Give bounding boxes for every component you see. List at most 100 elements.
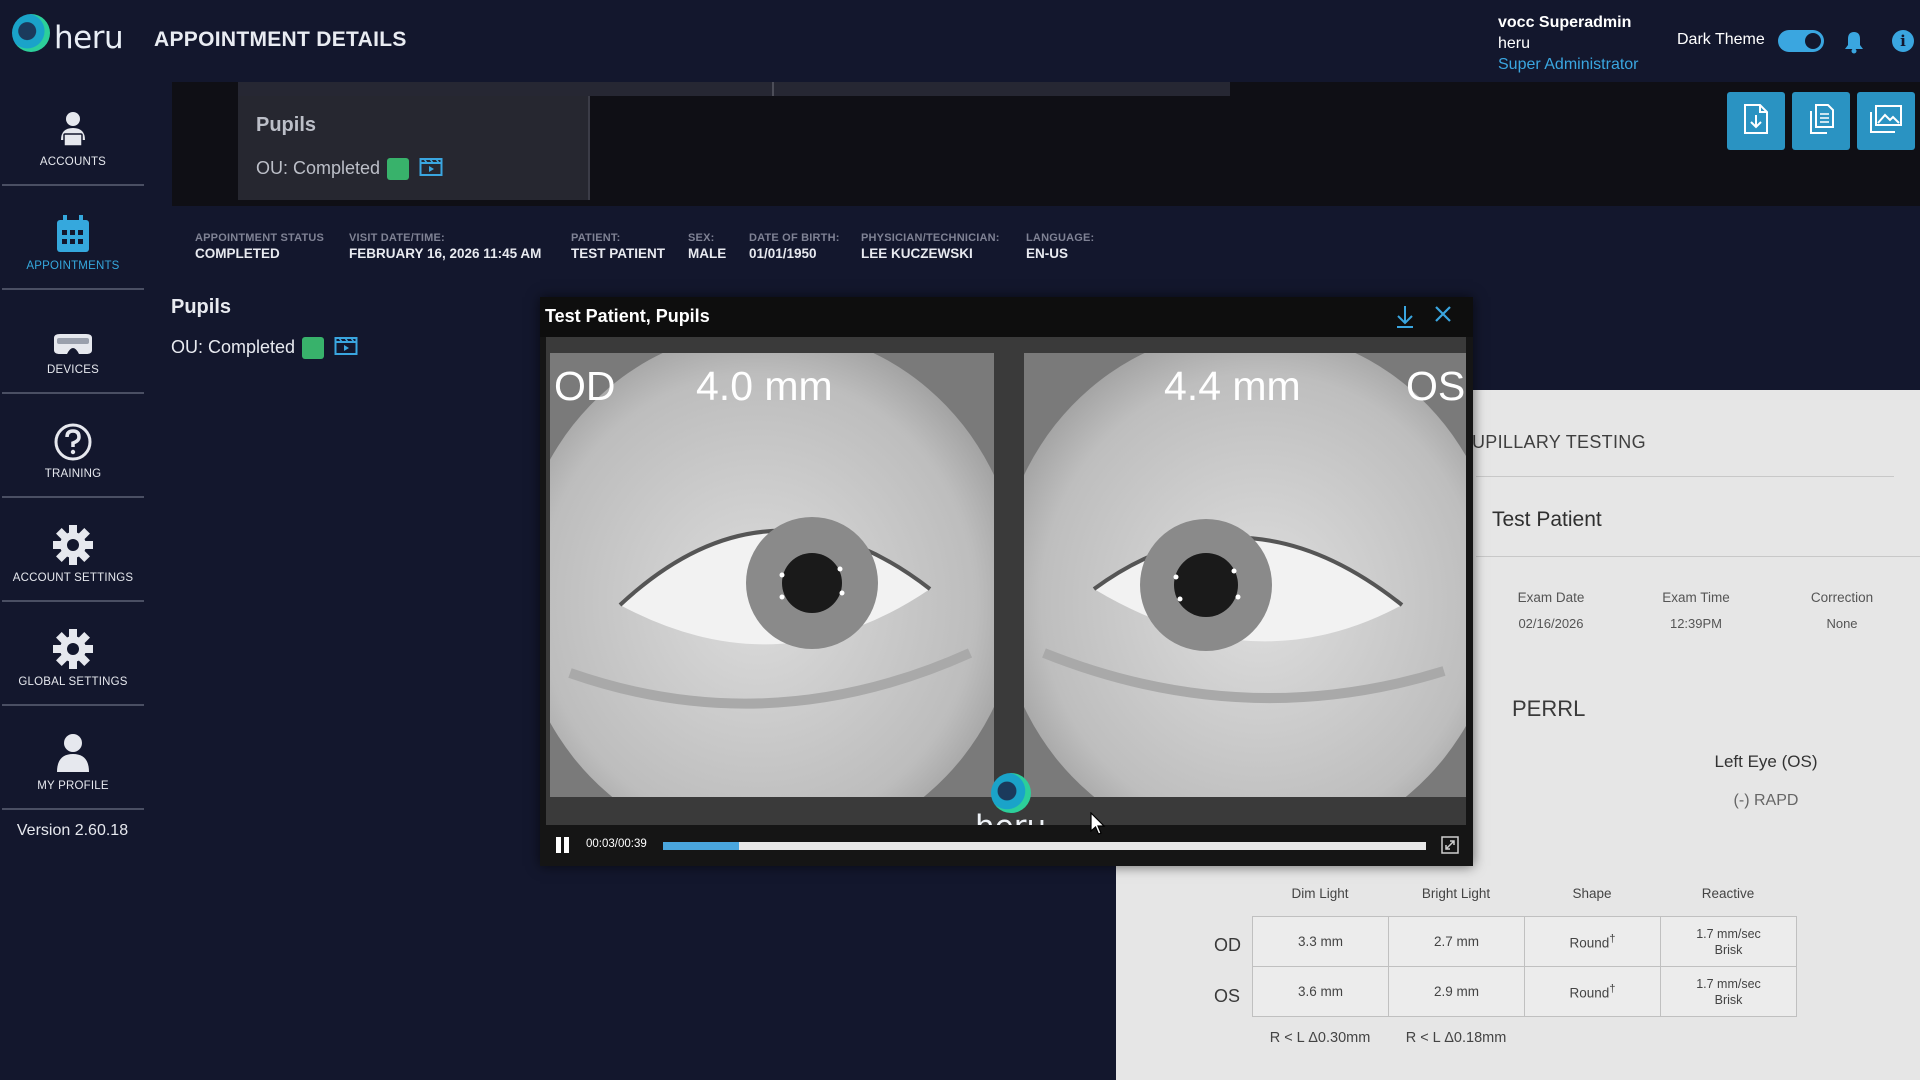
sidebar: heru ACCOUNTS APPOINTMENTS DEVICES TRAIN…	[0, 0, 150, 1080]
page-title: APPOINTMENT DETAILS	[154, 28, 407, 51]
table-cell: 2.7 mm	[1388, 916, 1525, 967]
user-role: Super Administrator	[1498, 56, 1639, 73]
column-header-dim-light: Dim Light	[1291, 886, 1349, 901]
heru-logo[interactable]: heru	[12, 14, 124, 56]
table-row: 3.6 mm 2.9 mm Round† 1.7 mm/sec Brisk	[1252, 966, 1797, 1017]
exam-date-value: 02/16/2026	[1518, 616, 1584, 631]
date-of-birth-field: DATE OF BIRTH: 01/01/1950	[749, 232, 840, 261]
completed-status-indicator	[302, 336, 325, 359]
close-icon[interactable]	[1433, 304, 1453, 329]
progress-bar[interactable]	[663, 842, 1426, 850]
sidebar-item-account-settings[interactable]: ACCOUNT SETTINGS	[2, 500, 144, 602]
table-cell: 1.7 mm/sec Brisk	[1660, 916, 1797, 967]
shape-value: Round	[1569, 985, 1610, 1001]
help-icon	[53, 422, 93, 462]
dark-theme-toggle[interactable]	[1778, 30, 1824, 52]
shape-footnote-mark: †	[1609, 982, 1616, 995]
language-label: LANGUAGE:	[1026, 232, 1095, 244]
correction-label: Correction	[1810, 590, 1874, 605]
sidebar-item-accounts[interactable]: ACCOUNTS	[2, 84, 144, 186]
date-of-birth-label: DATE OF BIRTH:	[749, 232, 840, 244]
report-patient-name: Test Patient	[1492, 508, 1602, 531]
sidebar-item-label: GLOBAL SETTINGS	[18, 676, 128, 688]
row-label-od: OD	[1214, 935, 1241, 955]
test-card-title: Pupils	[256, 114, 317, 136]
sex-label: SEX:	[688, 232, 715, 244]
sidebar-item-label: ACCOUNTS	[39, 156, 107, 168]
sidebar-item-global-settings[interactable]: GLOBAL SETTINGS	[2, 604, 144, 706]
completed-status-indicator	[387, 157, 410, 180]
user-info: vocc Superadmin heru Super Administrator	[1498, 12, 1639, 75]
patient-field: PATIENT: TEST PATIENT	[571, 232, 665, 261]
copy-document-icon	[1807, 103, 1835, 140]
table-row: 3.3 mm 2.7 mm Round† 1.7 mm/sec Brisk	[1252, 916, 1797, 967]
patient-label: PATIENT:	[571, 232, 621, 244]
sidebar-item-training[interactable]: TRAINING	[2, 396, 144, 498]
fullscreen-icon[interactable]	[1441, 836, 1459, 859]
pupils-section-status-text: OU: Completed	[171, 337, 296, 357]
test-tab-bar	[238, 82, 1230, 96]
sidebar-item-label: APPOINTMENTS	[26, 260, 120, 272]
modal-header: Test Patient, Pupils	[540, 297, 1473, 337]
video-icon[interactable]	[334, 334, 358, 361]
gear-icon	[52, 628, 94, 670]
exam-time-value: 12:39PM	[1669, 616, 1723, 631]
accounts-icon	[58, 110, 88, 150]
heru-logo-mark	[12, 14, 50, 52]
os-label: OS	[1406, 363, 1466, 409]
column-header-shape: Shape	[1572, 886, 1612, 901]
bell-icon[interactable]	[1844, 30, 1864, 59]
left-eye-result: (-) RAPD	[1733, 792, 1799, 809]
exam-date-label: Exam Date	[1517, 590, 1585, 605]
sidebar-item-my-profile[interactable]: MY PROFILE	[2, 708, 144, 810]
physician-field: PHYSICIAN/TECHNICIAN: LEE KUCZEWSKI	[861, 232, 1000, 261]
bright-light-difference: R < L Δ0.18mm	[1405, 1030, 1507, 1046]
od-eye-image: OD 4.0 mm	[550, 353, 994, 797]
user-organization: heru	[1498, 35, 1531, 52]
video-controls: 00:03/00:39	[540, 825, 1473, 866]
video-icon[interactable]	[419, 155, 443, 182]
pupils-section-status: OU: Completed	[171, 334, 358, 361]
pause-icon[interactable]	[556, 837, 570, 853]
table-cell: 2.9 mm	[1388, 966, 1525, 1017]
modal-title: Test Patient, Pupils	[545, 306, 710, 326]
heru-logo-mark	[990, 773, 1031, 813]
reactive-quality: Brisk	[1714, 992, 1743, 1007]
info-icon[interactable]: i	[1892, 30, 1914, 52]
download-report-button[interactable]	[1727, 92, 1785, 150]
download-icon[interactable]	[1394, 303, 1416, 334]
sidebar-item-label: TRAINING	[44, 468, 102, 480]
test-card-status: OU: Completed	[256, 155, 443, 182]
tab-divider	[772, 82, 774, 96]
user-name: vocc Superadmin	[1498, 14, 1632, 31]
os-pupil-size: 4.4 mm	[1164, 363, 1301, 409]
table-cell: Round†	[1524, 916, 1661, 967]
sex-field: SEX: MALE	[688, 232, 726, 261]
sidebar-item-label: ACCOUNT SETTINGS	[12, 572, 134, 584]
language-field: LANGUAGE: EN-US	[1026, 232, 1094, 261]
table-cell: 3.3 mm	[1252, 916, 1389, 967]
sidebar-item-devices[interactable]: DEVICES	[2, 292, 144, 394]
pupils-section-title: Pupils	[171, 296, 232, 318]
pupil-measurements-table: 3.3 mm 2.7 mm Round† 1.7 mm/sec Brisk 3.6…	[1252, 916, 1797, 1017]
sidebar-item-appointments[interactable]: APPOINTMENTS	[2, 188, 144, 290]
pupils-test-card[interactable]: Pupils OU: Completed	[238, 96, 590, 200]
od-label: OD	[554, 363, 616, 409]
perrl-result: PERRL	[1512, 696, 1586, 721]
copy-report-button[interactable]	[1792, 92, 1850, 150]
reactive-speed: 1.7 mm/sec	[1696, 926, 1761, 941]
test-results-panel: Pupils OU: Completed	[172, 82, 1920, 206]
reactive-speed: 1.7 mm/sec	[1696, 976, 1761, 991]
toggle-knob	[1805, 33, 1821, 49]
dark-theme-label: Dark Theme	[1677, 31, 1765, 48]
table-cell: 3.6 mm	[1252, 966, 1389, 1017]
test-card-status-text: OU: Completed	[256, 158, 381, 178]
images-button[interactable]	[1857, 92, 1915, 150]
progress-fill	[663, 842, 740, 850]
watermark-text: heru	[975, 809, 1046, 825]
pupillometry-video[interactable]: OD 4.0 mm 4.4 mm OS	[546, 337, 1466, 825]
mouse-cursor-icon	[1090, 811, 1106, 841]
patient-value: TEST PATIENT	[571, 246, 665, 261]
left-eye-label: Left Eye (OS)	[1714, 752, 1818, 771]
exam-time-label: Exam Time	[1662, 590, 1730, 605]
